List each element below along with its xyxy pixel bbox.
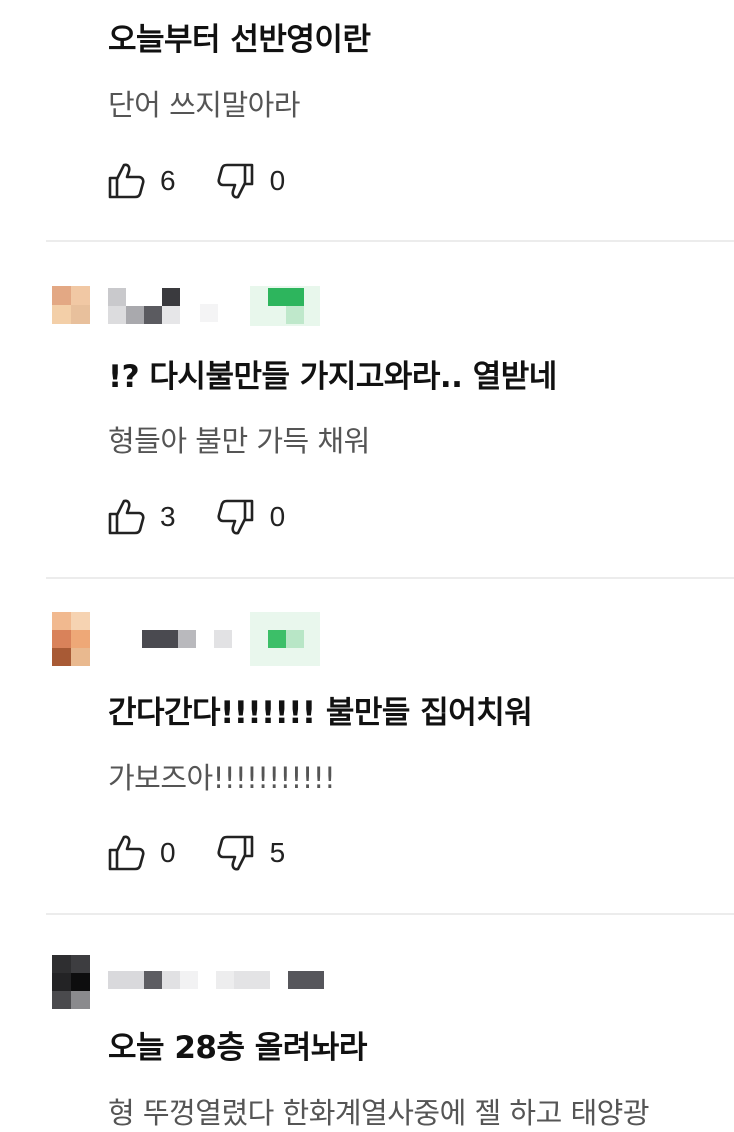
thumbs-down-icon: [216, 497, 256, 537]
username-redacted[interactable]: [142, 612, 252, 652]
user-badge: [250, 286, 320, 326]
comment-actions: 0 5: [106, 833, 285, 873]
comment-title: !? 다시불만들 가지고와라.. 열받네: [108, 359, 557, 395]
thumbs-down-icon: [216, 161, 256, 201]
thumbs-up-icon: [106, 161, 146, 201]
author-row: [52, 955, 352, 1009]
comment-actions: 3 0: [106, 497, 285, 537]
comment-body: 단어 쓰지말아라: [108, 88, 300, 122]
comment-actions: 6 0: [106, 161, 285, 201]
thumbs-up-icon: [106, 833, 146, 873]
like-count: 3: [160, 501, 176, 532]
comment-body: 가보즈아!!!!!!!!!!!: [108, 761, 336, 795]
author-row: [52, 612, 352, 666]
divider: [46, 240, 734, 242]
divider: [46, 913, 734, 915]
avatar[interactable]: [52, 612, 90, 666]
dislike-button[interactable]: 0: [216, 497, 286, 537]
username-redacted[interactable]: [108, 955, 328, 995]
dislike-count: 5: [269, 837, 286, 868]
like-button[interactable]: 0: [106, 833, 176, 873]
avatar[interactable]: [52, 286, 90, 324]
username-redacted[interactable]: [108, 286, 248, 326]
comment-title: 오늘부터 선반영이란: [108, 22, 371, 58]
like-count: 6: [160, 165, 176, 196]
author-row: [52, 286, 352, 326]
comment-title: 간다간다!!!!!!! 불만들 집어치워: [108, 695, 533, 731]
dislike-count: 0: [269, 501, 286, 532]
like-button[interactable]: 6: [106, 161, 176, 201]
like-button[interactable]: 3: [106, 497, 176, 537]
dislike-count: 0: [269, 165, 286, 196]
avatar[interactable]: [52, 955, 90, 1009]
comment-body: 형들아 불만 가득 채워: [108, 424, 370, 458]
divider: [46, 577, 734, 579]
dislike-button[interactable]: 5: [216, 833, 286, 873]
comment-body: 형 뚜껑열렸다 한화계열사중에 젤 하고 태양광: [108, 1096, 650, 1130]
thumbs-down-icon: [216, 833, 256, 873]
like-count: 0: [160, 837, 176, 868]
dislike-button[interactable]: 0: [216, 161, 286, 201]
comment-title: 오늘 28층 올려놔라: [108, 1030, 367, 1066]
user-badge: [250, 612, 320, 666]
thumbs-up-icon: [106, 497, 146, 537]
